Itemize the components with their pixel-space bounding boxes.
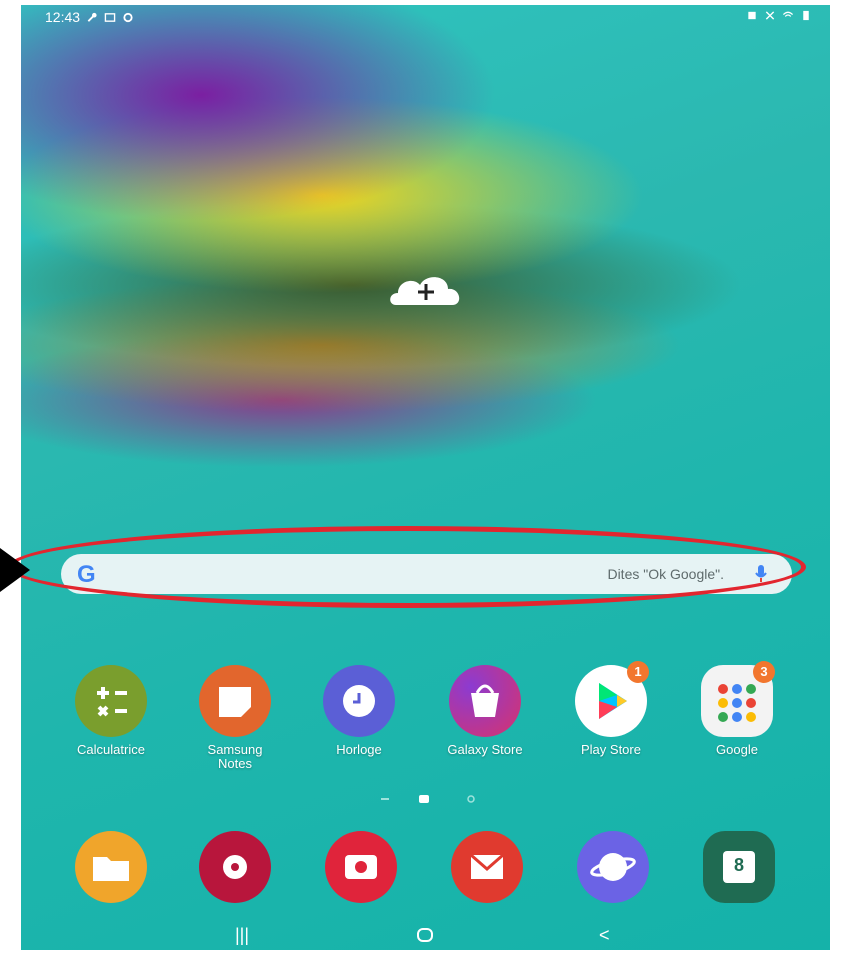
app-horloge[interactable]: Horloge [299, 665, 419, 757]
navigation-bar: ||| < [21, 923, 830, 949]
app-label: Horloge [336, 742, 382, 757]
status-bar: 12:43 [21, 5, 830, 31]
email-icon[interactable] [451, 831, 523, 903]
app-label: Google [716, 742, 758, 757]
battery-icon [803, 10, 809, 21]
app-play-store[interactable]: 1 Play Store [551, 661, 671, 757]
play-store-icon: 1 [575, 661, 649, 737]
home-button[interactable] [416, 927, 434, 943]
shopping-bag-icon [449, 665, 521, 737]
google-folder-icon: 3 [701, 661, 775, 737]
calculator-icon [75, 665, 147, 737]
notification-badge: 3 [753, 661, 775, 683]
calendar-day: 8 [733, 855, 744, 875]
app-label: Calculatrice [77, 742, 145, 757]
pointer-arrow [0, 548, 30, 592]
app-label: Play Store [581, 742, 641, 757]
mute-icon [765, 11, 775, 20]
highlight-annotation-ring [8, 526, 806, 608]
calendar-icon[interactable]: 8 [703, 831, 775, 903]
gallery-flower-icon[interactable] [199, 831, 271, 903]
notification-badge: 1 [627, 661, 649, 683]
my-files-icon[interactable] [75, 831, 147, 903]
app-google-folder[interactable]: 3 Google [677, 661, 797, 757]
back-button[interactable]: < [599, 925, 610, 946]
app-label: Galaxy Store [447, 742, 523, 757]
internet-icon[interactable] [577, 831, 649, 903]
recent-apps-button[interactable]: ||| [235, 925, 249, 946]
settings-icon [123, 12, 133, 22]
app-label: Samsung Notes [207, 742, 263, 771]
camera-icon[interactable] [325, 831, 397, 903]
wifi-icon [782, 11, 794, 17]
clock-icon [323, 665, 395, 737]
app-galaxy-store[interactable]: Galaxy Store [425, 665, 545, 757]
status-time: 12:43 [45, 9, 81, 25]
alarm-icon [748, 11, 756, 20]
app-samsung-notes[interactable]: Samsung Notes [175, 665, 295, 771]
home-screen: 12:43 G Dites "Ok Google". Calculatrice … [21, 5, 830, 950]
gallery-icon [104, 12, 116, 22]
wrench-icon [87, 12, 97, 22]
notes-icon [199, 665, 271, 737]
page-indicator [381, 795, 475, 803]
app-calculatrice[interactable]: Calculatrice [51, 665, 171, 757]
add-cloud-icon[interactable] [386, 271, 466, 309]
